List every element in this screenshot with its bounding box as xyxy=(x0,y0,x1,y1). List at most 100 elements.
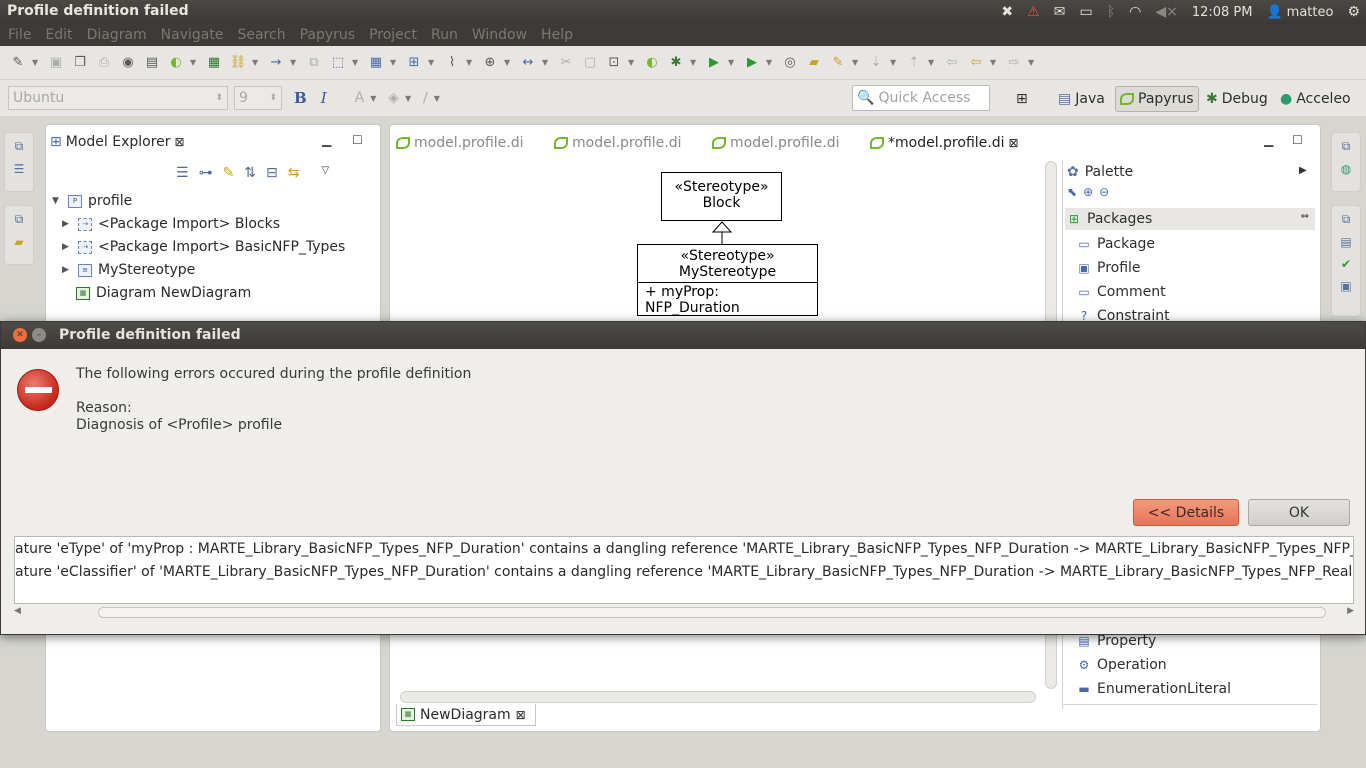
globe-icon[interactable]: ◉ xyxy=(118,53,138,73)
mail-icon[interactable]: ✉ xyxy=(1054,0,1066,24)
paste-icon[interactable]: ▢ xyxy=(580,53,600,73)
tree-item-profile[interactable]: ▼ P profile xyxy=(52,190,132,212)
tab-model-profile-3[interactable]: model.profile.di xyxy=(712,133,840,153)
menu-search[interactable]: Search xyxy=(237,27,285,43)
copy-format-icon[interactable]: ⧉ xyxy=(304,53,324,73)
horizontal-scrollbar[interactable] xyxy=(400,691,1036,703)
font-name-combo[interactable]: Ubuntu ⬍ xyxy=(8,86,228,110)
details-horizontal-scrollbar[interactable]: ◀ ▶ xyxy=(14,606,1354,620)
dropdown-arrow-icon[interactable]: ▼ xyxy=(690,58,700,67)
palette-item-operation[interactable]: ⚙ Operation xyxy=(1077,654,1167,676)
menu-diagram[interactable]: Diagram xyxy=(87,27,147,43)
font-size-combo[interactable]: 9 ⬍ xyxy=(234,86,282,110)
menu-papyrus[interactable]: Papyrus xyxy=(300,27,356,43)
tab-model-profile-active[interactable]: *model.profile.di ⊠ xyxy=(870,133,1019,153)
outline-icon[interactable]: ☰ xyxy=(14,162,25,176)
external-tools-icon[interactable]: ▶ xyxy=(742,53,762,73)
details-button[interactable]: << Details xyxy=(1133,499,1239,526)
dialog-minimize-icon[interactable]: – xyxy=(32,328,46,342)
mystereotype-node[interactable]: «Stereotype» MyStereotype + myProp: NFP_… xyxy=(637,244,818,316)
menu-file[interactable]: File xyxy=(8,27,31,43)
route-icon[interactable]: ⌇ xyxy=(442,53,462,73)
menu-navigate[interactable]: Navigate xyxy=(161,27,224,43)
volume-icon[interactable]: ◀× xyxy=(1155,0,1178,24)
restore-icon[interactable]: ⧉ xyxy=(15,139,24,154)
dropdown-arrow-icon[interactable]: ▼ xyxy=(1028,58,1038,67)
run-icon[interactable]: ▶ xyxy=(704,53,724,73)
tree-icon[interactable]: ⊶ xyxy=(199,165,213,181)
expanded-icon[interactable]: ▼ xyxy=(52,196,62,206)
perspective-debug[interactable]: ✱ Debug xyxy=(1202,86,1272,112)
line-color-icon[interactable]: ∕ xyxy=(423,90,428,106)
palette-drawer-packages[interactable]: ⊞ Packages ⇔ xyxy=(1065,208,1315,230)
model-icon[interactable]: ◍ xyxy=(1341,162,1351,176)
dropdown-arrow-icon[interactable]: ▼ xyxy=(542,58,552,67)
tab-model-profile-1[interactable]: model.profile.di xyxy=(396,133,524,153)
collapsed-icon[interactable]: ▶ xyxy=(62,242,72,252)
attribute-myprop[interactable]: + myProp: NFP_Duration xyxy=(645,284,740,316)
dropdown-arrow-icon[interactable]: ▼ xyxy=(928,58,938,67)
dropdown-arrow-icon[interactable]: ▼ xyxy=(32,58,42,67)
dropbox-icon[interactable]: ✖ xyxy=(1001,0,1013,24)
menu-help[interactable]: Help xyxy=(541,27,573,43)
palette-item-profile[interactable]: ▣ Profile xyxy=(1077,257,1140,279)
perspective-acceleo[interactable]: ● Acceleo xyxy=(1276,86,1355,112)
tree-item-diagram[interactable]: ▦ Diagram NewDiagram xyxy=(76,282,251,304)
tab-newdiagram[interactable]: ▦ NewDiagram ⊠ xyxy=(396,704,536,726)
restore-icon[interactable]: ⧉ xyxy=(1342,139,1351,154)
warning-icon[interactable]: ⚠ xyxy=(1027,0,1040,24)
align-icon[interactable]: ⊞ xyxy=(404,53,424,73)
tree-item-import-basicnfp[interactable]: ▶ ⇢ <Package Import> BasicNFP_Types xyxy=(62,236,345,258)
papyrus-leaf-icon[interactable]: ◐ xyxy=(642,53,662,73)
scroll-right-icon[interactable]: ▶ xyxy=(1347,606,1354,616)
debug-icon[interactable]: ✱ xyxy=(666,53,686,73)
bold-button[interactable]: B xyxy=(294,89,307,107)
open-perspective-icon[interactable]: ⊞ xyxy=(1012,86,1032,112)
palette-item-enumeration-literal[interactable]: ▬ EnumerationLiteral xyxy=(1077,678,1231,700)
select-tool-icon[interactable]: ⬉ xyxy=(1067,185,1077,199)
dropdown-arrow-icon[interactable]: ▼ xyxy=(434,94,444,103)
bluetooth-icon[interactable]: ᛒ xyxy=(1107,0,1115,24)
list-icon[interactable]: ☰ xyxy=(176,165,189,181)
collapse-all-icon[interactable]: ⊟ xyxy=(266,165,278,181)
view-menu-icon[interactable]: ▽ xyxy=(322,165,330,181)
dropdown-arrow-icon[interactable]: ▼ xyxy=(290,58,300,67)
dropdown-arrow-icon[interactable]: ▼ xyxy=(504,58,514,67)
distribute-icon[interactable]: ⊕ xyxy=(480,53,500,73)
ok-button[interactable]: OK xyxy=(1248,499,1350,526)
arrange-icon[interactable]: ▦ xyxy=(366,53,386,73)
dropdown-arrow-icon[interactable]: ▼ xyxy=(352,58,362,67)
sort-icon[interactable]: ⇅ xyxy=(244,165,256,181)
dropdown-arrow-icon[interactable]: ▼ xyxy=(728,58,738,67)
details-text-area[interactable]: ature 'eType' of 'myProp : MARTE_Library… xyxy=(14,536,1354,604)
new-icon[interactable]: ✎ xyxy=(8,53,28,73)
open-folder-icon[interactable]: ▰ xyxy=(804,53,824,73)
perspective-java[interactable]: ▤ Java xyxy=(1054,86,1109,112)
check-icon[interactable]: ✔ xyxy=(1341,257,1351,271)
edit-icon[interactable]: ✎ xyxy=(223,165,235,181)
fill-color-icon[interactable]: ◈ xyxy=(388,90,399,106)
dropdown-arrow-icon[interactable]: ▼ xyxy=(466,58,476,67)
dropdown-arrow-icon[interactable]: ▼ xyxy=(252,58,262,67)
italic-button[interactable]: I xyxy=(321,89,327,107)
menu-project[interactable]: Project xyxy=(369,27,417,43)
save-icon[interactable]: ▣ xyxy=(46,53,66,73)
sphere-icon[interactable]: ◎ xyxy=(780,53,800,73)
pin-icon[interactable]: ⇔ xyxy=(1301,211,1309,222)
scrollbar-thumb[interactable] xyxy=(98,607,1326,618)
dropdown-arrow-icon[interactable]: ▼ xyxy=(390,58,400,67)
print-icon[interactable]: ⎙ xyxy=(94,53,114,73)
user-menu[interactable]: 👤 matteo xyxy=(1266,5,1333,20)
scroll-left-icon[interactable]: ◀ xyxy=(14,606,21,616)
battery-icon[interactable]: ▭ xyxy=(1079,0,1092,24)
dropdown-arrow-icon[interactable]: ▼ xyxy=(405,94,415,103)
dropdown-arrow-icon[interactable]: ▼ xyxy=(890,58,900,67)
restore-icon[interactable]: ⧉ xyxy=(1342,212,1351,227)
generalization-arrow[interactable] xyxy=(711,221,733,245)
gear-icon[interactable]: ⚙ xyxy=(1347,0,1360,24)
minimize-icon[interactable]: ▁ xyxy=(322,133,331,147)
clock[interactable]: 12:08 PM xyxy=(1192,5,1253,20)
last-edit-icon[interactable]: ⇦ xyxy=(942,53,962,73)
collapsed-icon[interactable]: ▶ xyxy=(62,219,72,229)
properties-icon[interactable]: ▤ xyxy=(1340,235,1351,249)
